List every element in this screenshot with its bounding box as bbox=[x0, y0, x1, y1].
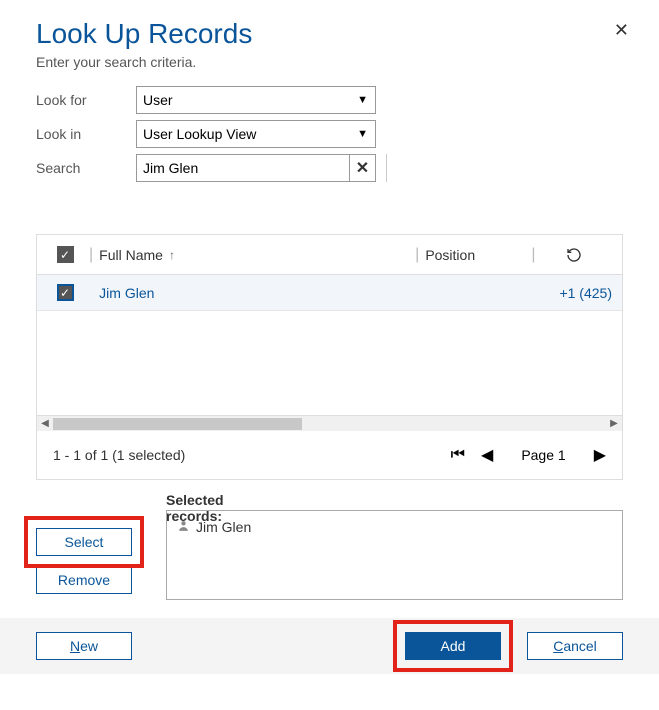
column-position[interactable]: Position bbox=[425, 247, 475, 263]
remove-button[interactable]: Remove bbox=[36, 566, 132, 594]
close-icon[interactable]: ✕ bbox=[614, 20, 629, 41]
divider bbox=[386, 154, 387, 182]
scroll-right-icon[interactable]: ▶ bbox=[606, 416, 622, 432]
highlight-add: Add bbox=[393, 620, 513, 672]
table-row[interactable]: | Jim Glen | | +1 (425) bbox=[37, 275, 622, 311]
selected-label: Selected records: bbox=[166, 492, 224, 524]
lookin-label: Look in bbox=[36, 126, 136, 142]
record-count: 1 - 1 of 1 (1 selected) bbox=[53, 447, 451, 463]
select-all-checkbox[interactable] bbox=[57, 246, 74, 263]
refresh-icon[interactable] bbox=[565, 246, 583, 264]
prev-page-icon[interactable]: ◀ bbox=[481, 445, 493, 465]
row-phone: +1 (425) bbox=[541, 285, 612, 301]
column-separator: | bbox=[415, 246, 419, 264]
dialog-title: Look Up Records bbox=[36, 18, 623, 50]
first-page-icon[interactable]: ⏮ bbox=[451, 446, 465, 464]
selected-item[interactable]: Jim Glen bbox=[177, 519, 612, 535]
row-checkbox[interactable] bbox=[57, 284, 74, 301]
search-label: Search bbox=[36, 160, 136, 176]
column-separator: | bbox=[531, 246, 535, 264]
lookfor-select[interactable]: User bbox=[136, 86, 376, 114]
row-name-link[interactable]: Jim Glen bbox=[99, 285, 154, 301]
add-button[interactable]: Add bbox=[405, 632, 501, 660]
next-page-icon[interactable]: ▶ bbox=[594, 445, 606, 465]
scroll-left-icon[interactable]: ◀ bbox=[37, 416, 53, 432]
results-grid: | Full Name ↑ | Position | bbox=[36, 234, 623, 480]
new-button[interactable]: New bbox=[36, 632, 132, 660]
clear-search-icon[interactable]: ✕ bbox=[349, 155, 375, 181]
horizontal-scrollbar[interactable]: ◀ ▶ bbox=[37, 415, 622, 431]
sort-asc-icon: ↑ bbox=[169, 248, 175, 262]
dialog-subtitle: Enter your search criteria. bbox=[36, 54, 623, 70]
select-button[interactable]: Select bbox=[36, 528, 132, 556]
lookfor-label: Look for bbox=[36, 92, 136, 108]
column-separator: | bbox=[89, 246, 93, 264]
selected-records-box: Jim Glen bbox=[166, 510, 623, 600]
lookin-select[interactable]: User Lookup View bbox=[136, 120, 376, 148]
cancel-button[interactable]: Cancel bbox=[527, 632, 623, 660]
column-fullname[interactable]: Full Name bbox=[99, 247, 163, 263]
page-indicator: Page 1 bbox=[521, 447, 565, 463]
highlight-select: Select bbox=[24, 516, 144, 568]
search-input[interactable] bbox=[136, 154, 376, 182]
